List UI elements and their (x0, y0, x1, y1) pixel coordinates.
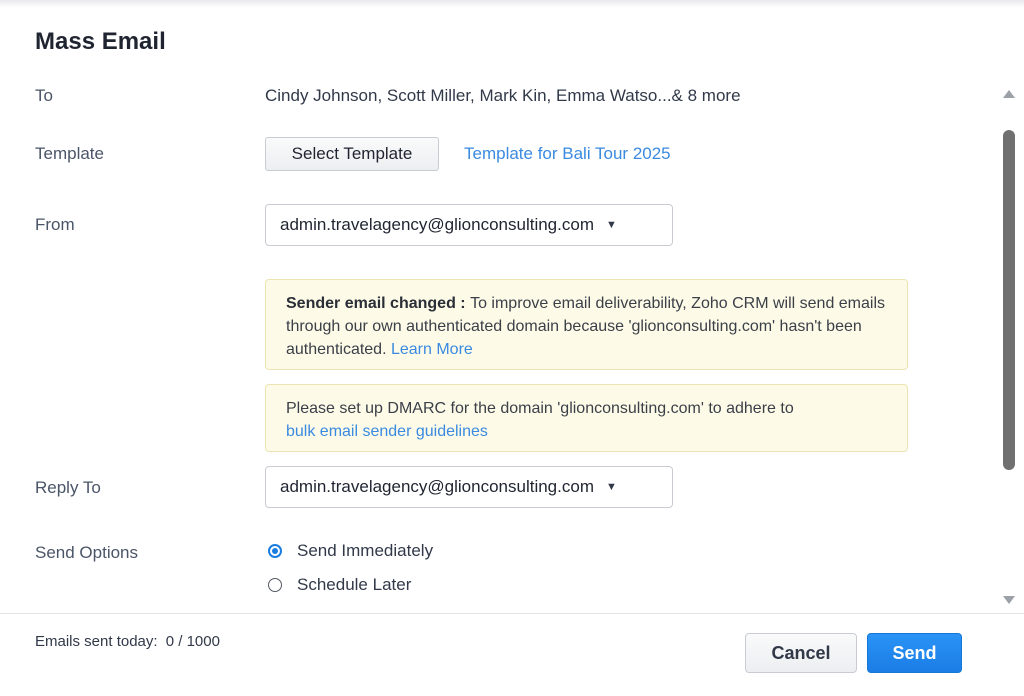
from-select[interactable]: admin.travelagency@glionconsulting.com ▼ (265, 204, 673, 246)
dmarc-notice-body: Please set up DMARC for the domain 'glio… (286, 400, 794, 417)
send-immediately-option[interactable]: Send Immediately (268, 541, 433, 561)
emails-sent-counter: Emails sent today: 0 / 1000 (35, 633, 220, 650)
sender-changed-notice: Sender email changed : To improve email … (265, 279, 908, 370)
send-immediately-label: Send Immediately (297, 541, 434, 560)
caret-down-icon: ▼ (605, 481, 617, 493)
radio-unselected-icon[interactable] (268, 578, 282, 592)
emails-sent-label: Emails sent today: (35, 633, 158, 650)
sender-changed-separator: : (455, 295, 471, 312)
scrollbar-thumb[interactable] (1003, 130, 1015, 470)
emails-sent-value: 0 / 1000 (165, 633, 220, 650)
caret-down-icon: ▼ (605, 219, 617, 231)
to-recipients[interactable]: Cindy Johnson, Scott Miller, Mark Kin, E… (265, 86, 741, 106)
send-options-label: Send Options (35, 543, 139, 562)
reply-to-value: admin.travelagency@glionconsulting.com (280, 477, 594, 496)
from-label: From (35, 215, 75, 234)
select-template-button[interactable]: Select Template (265, 137, 439, 171)
cancel-button[interactable]: Cancel (745, 633, 857, 673)
scroll-down-arrow-icon[interactable] (1003, 596, 1015, 604)
sender-changed-heading: Sender email changed (286, 295, 456, 312)
top-shadow (0, 0, 1024, 8)
scroll-up-arrow-icon[interactable] (1003, 90, 1015, 98)
reply-to-label: Reply To (35, 478, 101, 497)
from-value: admin.travelagency@glionconsulting.com (280, 215, 594, 234)
footer-divider (0, 613, 1024, 614)
radio-selected-icon[interactable] (268, 544, 282, 558)
schedule-later-label: Schedule Later (297, 575, 412, 594)
send-button[interactable]: Send (867, 633, 962, 673)
reply-to-select[interactable]: admin.travelagency@glionconsulting.com ▼ (265, 466, 673, 508)
dialog-title: Mass Email (35, 28, 166, 55)
learn-more-link[interactable]: Learn More (391, 341, 473, 358)
to-label: To (35, 86, 53, 105)
schedule-later-option[interactable]: Schedule Later (268, 575, 411, 595)
bulk-email-guidelines-link[interactable]: bulk email sender guidelines (286, 423, 488, 440)
dmarc-notice: Please set up DMARC for the domain 'glio… (265, 384, 908, 452)
selected-template-link[interactable]: Template for Bali Tour 2025 (464, 144, 671, 164)
template-label: Template (35, 144, 104, 163)
